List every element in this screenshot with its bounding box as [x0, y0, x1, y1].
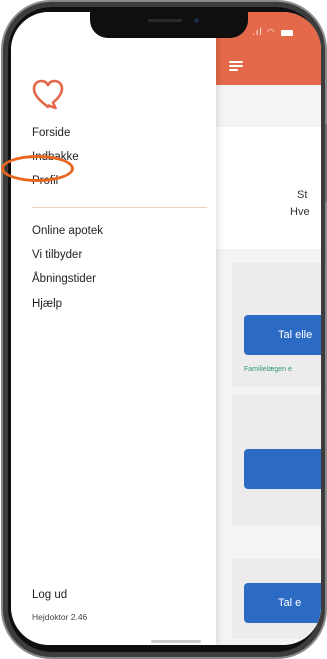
hamburger-menu-icon[interactable]	[229, 61, 243, 71]
nav-item-online-apotek[interactable]: Online apotek	[32, 225, 103, 237]
talk-to-doctor-button[interactable]: Tal elle	[244, 315, 321, 355]
speaker-grille	[148, 19, 182, 22]
service-card: Tal e	[232, 559, 321, 639]
status-bar-icons: .ıl ◠	[252, 28, 294, 38]
home-indicator	[151, 640, 201, 643]
intro-text-line: St	[297, 189, 308, 201]
nav-item-forside[interactable]: Forside	[32, 127, 70, 139]
phone-notch	[90, 12, 248, 38]
signal-icon: .ıl	[252, 28, 263, 38]
logout-button[interactable]: Log ud	[32, 589, 67, 601]
drawer-divider	[32, 207, 207, 208]
service-card: Tal elle Familielægen e	[232, 263, 321, 387]
heart-speech-bubble-icon	[32, 79, 64, 110]
navigation-drawer: Forside Indbakke Profil Online apotek Vi…	[11, 12, 216, 645]
intro-text-line: Hve	[290, 206, 310, 218]
battery-icon	[281, 29, 294, 36]
profil-highlight-ring	[1, 155, 74, 182]
front-camera	[194, 18, 199, 23]
nav-item-hjaelp[interactable]: Hjælp	[32, 298, 62, 310]
card-caption: Familielægen e	[244, 366, 292, 373]
card-action-button[interactable]	[244, 449, 321, 489]
app-content: St Hve Tal elle Familielægen e Tal e	[216, 85, 321, 645]
wifi-icon: ◠	[266, 28, 276, 38]
talk-to-doctor-button[interactable]: Tal e	[244, 583, 321, 623]
app-version-label: Hejdoktor 2.46	[32, 612, 88, 622]
phone-screen: .ıl ◠ St Hve Tal elle Familielægen e Tal…	[11, 12, 321, 645]
nav-item-vi-tilbyder[interactable]: Vi tilbyder	[32, 249, 82, 261]
nav-item-aabningstider[interactable]: Åbningstider	[32, 273, 96, 285]
intro-panel	[216, 127, 321, 249]
service-card	[232, 395, 321, 525]
